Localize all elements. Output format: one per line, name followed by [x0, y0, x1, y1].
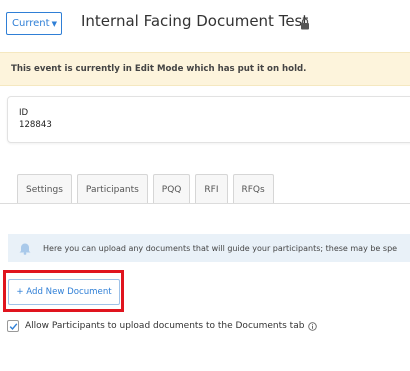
- version-select[interactable]: Current ▼: [6, 12, 62, 35]
- info-circle-icon[interactable]: [308, 321, 318, 331]
- tab-pqq[interactable]: PQQ: [152, 174, 191, 204]
- tab-rfqs[interactable]: RFQs: [232, 174, 274, 204]
- tab-participants[interactable]: Participants: [76, 174, 148, 204]
- tab-rfi[interactable]: RFI: [195, 174, 228, 204]
- bell-icon: [19, 243, 31, 255]
- event-id-label: ID: [19, 108, 29, 118]
- event-id-panel: ID 128843: [7, 96, 410, 143]
- event-id-value: 128843: [19, 120, 52, 130]
- lock-icon: [301, 18, 309, 30]
- edit-mode-banner: This event is currently in Edit Mode whi…: [0, 52, 410, 86]
- caret-down-icon: ▼: [51, 19, 57, 28]
- tab-settings[interactable]: Settings: [17, 174, 72, 204]
- documents-info-bar: Here you can upload any documents that w…: [8, 234, 410, 262]
- tabs-divider: [0, 203, 410, 204]
- add-new-document-button[interactable]: + Add New Document: [8, 279, 120, 305]
- edit-mode-banner-text: This event is currently in Edit Mode whi…: [11, 64, 307, 74]
- checkmark-icon: [9, 322, 17, 330]
- allow-upload-row: Allow Participants to upload documents t…: [7, 320, 318, 332]
- event-tabs: Settings Participants PQQ RFI RFQs: [17, 174, 279, 204]
- documents-info-text: Here you can upload any documents that w…: [43, 243, 398, 253]
- page-title: Internal Facing Document Test: [81, 12, 309, 30]
- allow-upload-checkbox[interactable]: [7, 320, 19, 332]
- allow-upload-label: Allow Participants to upload documents t…: [25, 321, 305, 331]
- version-select-value: Current: [12, 18, 50, 29]
